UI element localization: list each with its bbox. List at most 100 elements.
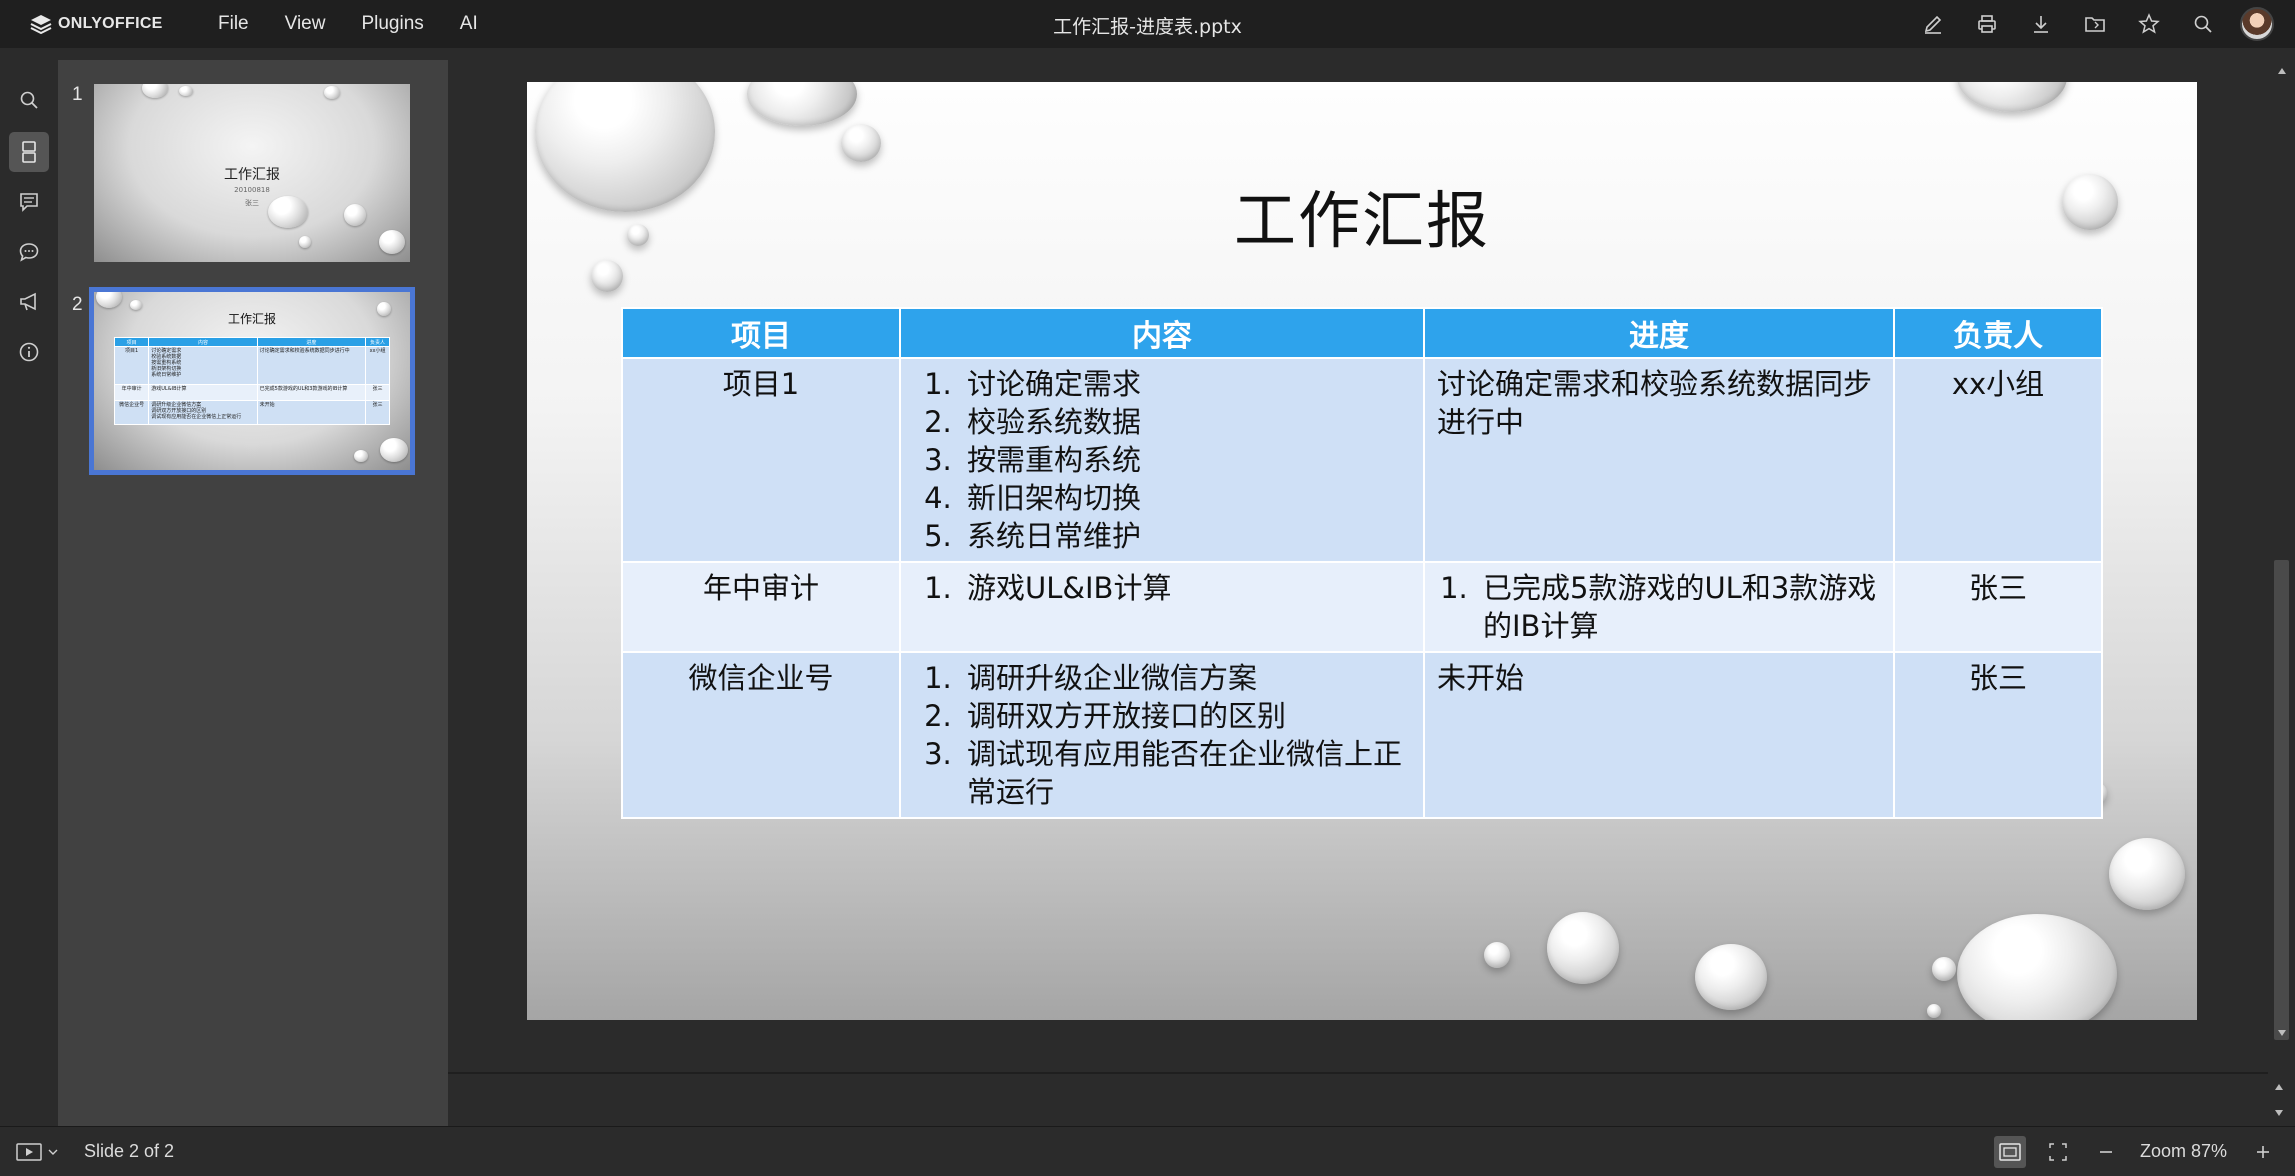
status-bar: Slide 2 of 2 Zoom 87% — [0, 1126, 2295, 1176]
slide-counter: Slide 2 of 2 — [84, 1141, 175, 1161]
sidebar-search-button[interactable] — [9, 80, 49, 120]
thumb-td: 讨论确定需求 校验系统数据 按需重构系统 新旧架构切换 系统日常维护 — [148, 346, 258, 385]
top-bar: ONLYOFFICE File View Plugins AI 工作汇报-进度表… — [0, 0, 2295, 48]
slide-thumbnail-1[interactable]: 工作汇报 20100818 张三 — [94, 84, 410, 262]
menu-plugins[interactable]: Plugins — [343, 13, 441, 35]
onlyoffice-logo-icon — [30, 15, 52, 34]
notes-scroll-down-button[interactable] — [2270, 1104, 2287, 1121]
speaker-notes-area[interactable] — [448, 1072, 2283, 1128]
chevron-up-icon — [2274, 1083, 2283, 1090]
chevron-down-icon — [2274, 1109, 2283, 1116]
zoom-level[interactable]: Zoom 87% — [2140, 1141, 2227, 1162]
thumb-title: 工作汇报 — [227, 312, 276, 326]
sidebar-comments-button[interactable] — [9, 182, 49, 222]
header-project[interactable]: 项目 — [621, 307, 901, 359]
thumb-bubble — [96, 292, 122, 308]
info-icon — [19, 342, 39, 362]
sidebar-chat-button[interactable] — [9, 232, 49, 272]
cell-owner[interactable]: 张三 — [1893, 651, 2103, 819]
thumb-title: 工作汇报 — [224, 167, 280, 183]
slide-thumbnails-panel: 1 工作汇报 20100818 张三 2 工作汇报 项目 内容 进度 负责人 项… — [58, 60, 448, 1126]
list-item: 讨论确定需求 — [961, 365, 1411, 403]
table-row: 项目1 讨论确定需求 校验系统数据 按需重构系统 新旧架构切换 系统日常维护 讨… — [621, 357, 2103, 563]
slide-canvas[interactable]: 工作汇报 项目 内容 进度 负责人 项目1 讨论确定需求 校验系统数据 按需重构… — [527, 82, 2197, 1020]
cell-progress[interactable]: 讨论确定需求和校验系统数据同步进行中 — [1423, 357, 1895, 563]
menu-file[interactable]: File — [200, 13, 267, 35]
cell-progress[interactable]: 已完成5款游戏的UL和3款游戏的IB计算 — [1423, 561, 1895, 653]
sidebar-feedback-button[interactable] — [9, 282, 49, 322]
slide-thumbnail-2[interactable]: 工作汇报 项目 内容 进度 负责人 项目1 讨论确定需求 校验系统数据 按需重构… — [89, 287, 415, 475]
water-drop — [1957, 82, 2067, 112]
table-row: 年中审计 游戏UL&IB计算 已完成5款游戏的UL和3款游戏的IB计算 张三 — [621, 561, 2103, 653]
thumb-td: 游戏UL&IB计算 — [148, 384, 258, 401]
fit-to-width-button[interactable] — [2042, 1136, 2074, 1168]
fit-to-slide-button[interactable] — [1994, 1136, 2026, 1168]
favorite-button[interactable] — [2131, 6, 2167, 42]
thumb-bubble — [324, 86, 340, 99]
scroll-up-button[interactable] — [2273, 62, 2290, 79]
menu-ai[interactable]: AI — [442, 13, 496, 35]
progress-table[interactable]: 项目 内容 进度 负责人 项目1 讨论确定需求 校验系统数据 按需重构系统 新旧… — [621, 307, 2103, 819]
edit-button[interactable] — [1915, 6, 1951, 42]
logo-text: ONLYOFFICE — [58, 15, 163, 32]
thumb-td: 讨论确定需求和校验系统数据同步进行中 — [256, 346, 367, 385]
comments-icon — [20, 193, 38, 212]
cell-owner[interactable]: 张三 — [1893, 561, 2103, 653]
thumb-bubble — [299, 236, 311, 248]
thumb-author: 张三 — [245, 199, 259, 207]
menu-view[interactable]: View — [267, 13, 344, 35]
zoom-in-button[interactable] — [2247, 1136, 2279, 1168]
thumb-td: 年中审计 — [113, 384, 150, 401]
list-item: 已完成5款游戏的UL和3款游戏的IB计算 — [1477, 569, 1881, 645]
cell-project[interactable]: 项目1 — [621, 357, 901, 563]
edit-icon — [1924, 15, 1942, 34]
thumb-td: 项目1 — [113, 346, 150, 385]
cell-content[interactable]: 讨论确定需求 校验系统数据 按需重构系统 新旧架构切换 系统日常维护 — [899, 357, 1425, 563]
slide-title[interactable]: 工作汇报 — [527, 170, 2197, 260]
header-progress[interactable]: 进度 — [1423, 307, 1895, 359]
thumb-th: 项目 — [113, 337, 150, 347]
sidebar-slides-button[interactable] — [9, 132, 49, 172]
open-file-location-button[interactable] — [2077, 6, 2113, 42]
thumb-bubble — [354, 450, 368, 462]
notes-scroll-up-button[interactable] — [2270, 1078, 2287, 1095]
water-drop — [841, 124, 881, 162]
download-button[interactable] — [2023, 6, 2059, 42]
scroll-down-button[interactable] — [2273, 1024, 2290, 1041]
search-icon — [20, 91, 38, 109]
start-slideshow-button[interactable] — [16, 1139, 66, 1165]
header-content[interactable]: 内容 — [899, 307, 1425, 359]
print-button[interactable] — [1969, 6, 2005, 42]
thumb-table-row: 年中审计 游戏UL&IB计算 已完成5款游戏的UL和3款游戏的IB计算 张三 — [113, 384, 390, 401]
slideshow-play-icon — [16, 1143, 42, 1161]
zoom-out-button[interactable] — [2090, 1136, 2122, 1168]
thumb-td: 微信企业号 — [113, 400, 150, 425]
water-drop — [747, 82, 857, 126]
water-drop — [1932, 957, 1956, 981]
vertical-scrollbar[interactable] — [2268, 60, 2295, 1046]
print-icon — [1978, 15, 1996, 33]
avatar — [2240, 7, 2274, 41]
thumb-bubble — [380, 438, 408, 462]
thumb-td: 未开始 — [256, 400, 367, 425]
cell-content[interactable]: 游戏UL&IB计算 — [899, 561, 1425, 653]
thumb-td: xx小组 — [365, 346, 390, 385]
thumb-bubble — [130, 300, 142, 310]
onlyoffice-logo[interactable]: ONLYOFFICE — [30, 12, 163, 36]
cell-content[interactable]: 调研升级企业微信方案 调研双方开放接口的区别 调试现有应用能否在企业微信上正常运… — [899, 651, 1425, 819]
sidebar-info-button[interactable] — [9, 332, 49, 372]
list-item: 游戏UL&IB计算 — [961, 569, 1411, 607]
water-drop — [1957, 914, 2117, 1020]
water-drop — [1547, 912, 1619, 984]
scrollbar-thumb[interactable] — [2274, 560, 2289, 1040]
cell-owner[interactable]: xx小组 — [1893, 357, 2103, 563]
cell-project[interactable]: 微信企业号 — [621, 651, 901, 819]
search-button[interactable] — [2185, 6, 2221, 42]
cell-project[interactable]: 年中审计 — [621, 561, 901, 653]
header-owner[interactable]: 负责人 — [1893, 307, 2103, 359]
zoom-in-icon — [2257, 1146, 2269, 1158]
user-avatar-button[interactable] — [2239, 6, 2275, 42]
table-header-row: 项目 内容 进度 负责人 — [621, 307, 2103, 359]
cell-progress[interactable]: 未开始 — [1423, 651, 1895, 819]
left-sidebar — [0, 48, 58, 1126]
